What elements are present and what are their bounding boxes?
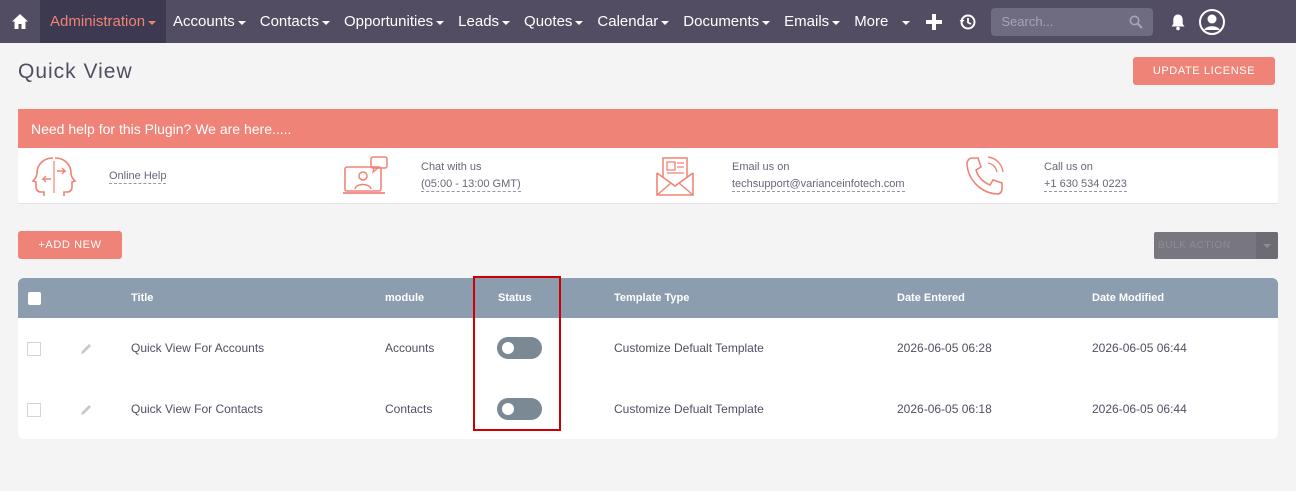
bell-icon[interactable] [1161, 0, 1195, 43]
email-address: techsupport@varianceinfotech.com [732, 178, 905, 192]
email-envelope-icon [656, 157, 694, 196]
row-date-modified: 2026-06-05 06:44 [1092, 402, 1187, 416]
row-checkbox[interactable] [27, 342, 41, 356]
nav-administration[interactable]: Administration [40, 0, 167, 43]
nav-administration-label: Administration [50, 13, 146, 30]
column-module[interactable]: module [385, 278, 424, 318]
chat-hours: (05:00 - 13:00 GMT) [421, 178, 521, 192]
nav-label: Contacts [259, 13, 319, 30]
bulk-action-toggle[interactable] [1256, 232, 1278, 259]
row-module: Contacts [385, 402, 433, 416]
nav-label: Leads [458, 13, 500, 30]
quick-view-table: Title module Status Template Type Date E… [18, 278, 1278, 439]
nav-calendar[interactable]: Calendar [590, 0, 676, 43]
help-banner: Need help for this Plugin? We are here..… [18, 109, 1278, 148]
phone-icon [966, 156, 1004, 195]
page-title: Quick View [18, 60, 133, 83]
column-date-modified[interactable]: Date Modified [1092, 278, 1164, 318]
search-container [985, 7, 1154, 36]
pencil-edit-icon[interactable] [79, 342, 93, 356]
help-banner-text: Need help for this Plugin? We are here..… [31, 120, 292, 137]
nav-accounts[interactable]: Accounts [166, 0, 253, 43]
chevron-down-icon [902, 21, 911, 25]
home-icon[interactable] [0, 0, 40, 43]
chat-label: Chat with us [421, 161, 482, 173]
call-info[interactable]: Call us on +1 630 534 0223 [1044, 159, 1127, 193]
toggle-knob [502, 403, 514, 415]
add-new-button[interactable]: +ADD NEW [18, 231, 122, 259]
row-title-link[interactable]: Quick View For Accounts [131, 318, 264, 379]
chat-info[interactable]: Chat with us (05:00 - 13:00 GMT) [421, 159, 521, 193]
row-date-entered: 2026-06-05 06:18 [897, 402, 992, 416]
table-row: Quick View For Accounts Accounts Customi… [18, 318, 1278, 379]
row-module: Accounts [385, 341, 435, 355]
row-checkbox[interactable] [27, 403, 41, 417]
top-navbar: Administration Accounts Contacts Opportu… [0, 0, 1296, 43]
chevron-down-icon [575, 21, 584, 25]
bulk-action-label: BULK ACTION [1158, 240, 1231, 251]
update-license-button[interactable]: UPDATE LICENSE [1133, 57, 1275, 85]
chat-section: Chat with us (05:00 - 13:00 GMT) [343, 148, 521, 204]
chevron-down-icon [436, 21, 445, 25]
chevron-down-icon [832, 21, 841, 25]
status-toggle[interactable] [497, 337, 542, 359]
chevron-down-icon [1263, 243, 1271, 248]
email-section: Email us on techsupport@varianceinfotech… [654, 148, 905, 204]
user-avatar-icon[interactable] [1195, 0, 1229, 43]
column-template-type[interactable]: Template Type [614, 278, 689, 318]
head-gears-icon [31, 157, 77, 196]
email-info[interactable]: Email us on techsupport@varianceinfotech… [732, 159, 905, 193]
history-icon[interactable] [951, 0, 985, 43]
status-toggle[interactable] [497, 398, 542, 420]
chevron-down-icon [762, 21, 771, 25]
help-contacts-panel: Online Help Chat with us (05:00 - 13:00 … [18, 148, 1278, 204]
chat-support-icon [343, 156, 388, 194]
nav-label: Documents [683, 13, 760, 30]
row-date-modified: 2026-06-05 06:44 [1092, 341, 1187, 355]
table-header: Title module Status Template Type Date E… [18, 278, 1278, 318]
online-help-label: Online Help [109, 169, 167, 184]
bulk-action-dropdown[interactable]: BULK ACTION [1154, 232, 1278, 259]
call-number: +1 630 534 0223 [1044, 178, 1127, 192]
chevron-down-icon [502, 21, 511, 25]
search-icon[interactable] [1129, 15, 1144, 29]
row-date-entered: 2026-06-05 06:28 [897, 341, 992, 355]
plus-icon[interactable] [917, 0, 951, 43]
chevron-down-icon [237, 21, 246, 25]
chevron-down-icon [148, 21, 157, 25]
online-help-section: Online Help [31, 148, 167, 204]
pencil-edit-icon[interactable] [79, 403, 93, 417]
email-label: Email us on [732, 161, 790, 173]
nav-label: More [854, 13, 889, 30]
nav-more[interactable]: More [847, 0, 917, 43]
table-row: Quick View For Contacts Contacts Customi… [18, 379, 1278, 439]
row-title-link[interactable]: Quick View For Contacts [131, 379, 263, 439]
nav-label: Emails [784, 13, 830, 30]
nav-contacts[interactable]: Contacts [253, 0, 337, 43]
nav-emails[interactable]: Emails [777, 0, 847, 43]
chevron-down-icon [321, 21, 330, 25]
nav-opportunities[interactable]: Opportunities [337, 0, 451, 43]
toggle-knob [502, 342, 514, 354]
call-label: Call us on [1044, 161, 1093, 173]
nav-label: Quotes [524, 13, 573, 30]
nav-label: Opportunities [343, 13, 434, 30]
nav-leads[interactable]: Leads [451, 0, 517, 43]
nav-label: Accounts [173, 13, 235, 30]
row-template-type: Customize Defualt Template [614, 402, 764, 416]
online-help-link[interactable]: Online Help [109, 168, 167, 185]
nav-documents[interactable]: Documents [676, 0, 777, 43]
column-title[interactable]: Title [131, 278, 153, 318]
call-section: Call us on +1 630 534 0223 [964, 148, 1127, 204]
column-date-entered[interactable]: Date Entered [897, 278, 965, 318]
nav-label: Calendar [597, 13, 659, 30]
select-all-checkbox[interactable] [28, 292, 41, 305]
chevron-down-icon [661, 21, 670, 25]
row-template-type: Customize Defualt Template [614, 341, 764, 355]
nav-quotes[interactable]: Quotes [517, 0, 590, 43]
column-status[interactable]: Status [498, 278, 532, 318]
